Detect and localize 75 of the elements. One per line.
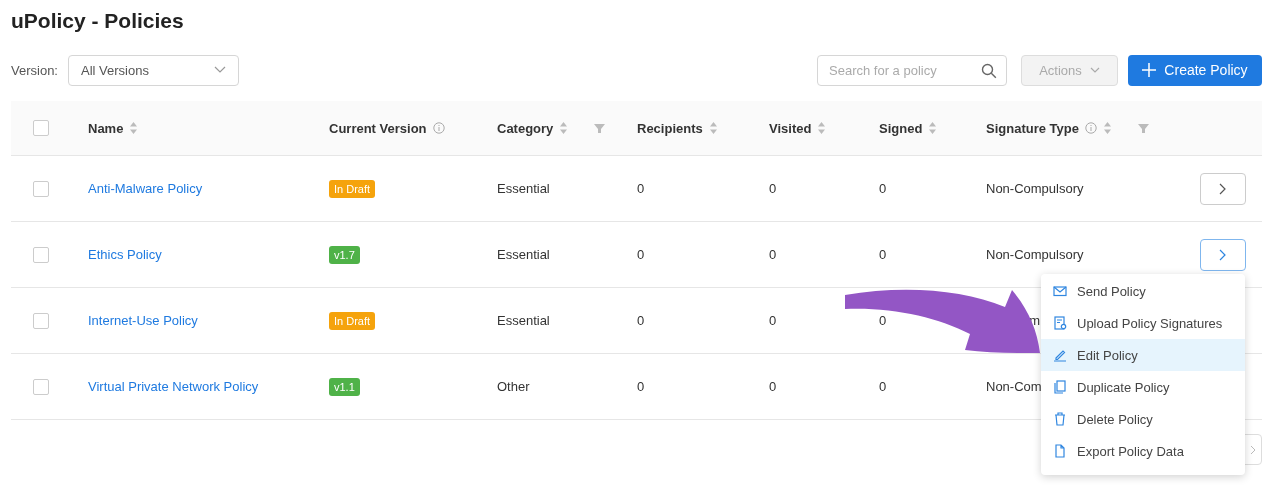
document-icon xyxy=(1053,316,1067,330)
column-header: Signed xyxy=(879,120,923,136)
row-checkbox[interactable] xyxy=(33,312,49,329)
table-cell: Essential xyxy=(497,181,550,196)
row-actions-button[interactable] xyxy=(1200,172,1246,205)
file-icon xyxy=(1053,444,1067,458)
row-checkbox[interactable] xyxy=(33,180,49,197)
trash-icon xyxy=(1053,412,1067,426)
table-cell: 0 xyxy=(637,181,645,196)
table-cell: 0 xyxy=(637,247,645,262)
select-all-checkbox[interactable] xyxy=(33,120,49,136)
table-cell: 0 xyxy=(879,313,887,328)
table-cell: Essential xyxy=(497,247,550,262)
table-cell: Non-Com xyxy=(986,379,1042,394)
policy-link[interactable]: Virtual Private Network Policy xyxy=(88,379,259,394)
menu-item[interactable]: Edit Policy xyxy=(1041,339,1245,371)
column-header: Recipients xyxy=(637,120,703,136)
plus-icon xyxy=(1142,63,1157,77)
chevron-right-icon xyxy=(1219,182,1227,195)
sort-icon[interactable] xyxy=(129,121,139,135)
policy-link[interactable]: Anti-Malware Policy xyxy=(88,181,203,196)
column-header: Current Version xyxy=(329,120,427,136)
table-cell: 0 xyxy=(769,379,777,394)
chevron-down-icon xyxy=(214,66,226,74)
create-policy-button[interactable]: Create Policy xyxy=(1128,54,1262,86)
page-title: uPolicy - Policies xyxy=(11,8,185,34)
table-cell: 0 xyxy=(769,181,777,196)
policy-link[interactable]: Internet-Use Policy xyxy=(88,313,198,328)
chevron-down-icon xyxy=(1089,67,1100,73)
column-header: Visited xyxy=(769,120,812,136)
row-actions-button[interactable] xyxy=(1200,238,1246,271)
table-cell: 0 xyxy=(637,313,645,328)
table-cell: Non-Compulsory xyxy=(986,247,1084,262)
sort-icon[interactable] xyxy=(559,121,569,135)
row-checkbox[interactable] xyxy=(33,246,49,263)
filter-icon[interactable] xyxy=(1137,122,1149,134)
version-badge: In Draft xyxy=(329,311,376,330)
version-dropdown[interactable]: All Versions xyxy=(68,54,239,86)
table-cell: 0 xyxy=(879,181,887,196)
info-icon xyxy=(1084,122,1097,134)
column-header: Name xyxy=(88,120,124,136)
version-badge: v1.1 xyxy=(329,377,360,396)
envelope-icon xyxy=(1053,284,1067,298)
chevron-right-icon xyxy=(1219,248,1227,261)
menu-item[interactable]: Export Policy Data xyxy=(1041,435,1245,467)
policy-link[interactable]: Ethics Policy xyxy=(88,247,162,262)
table-cell: 0 xyxy=(769,247,777,262)
version-badge: v1.7 xyxy=(329,245,360,264)
chevron-right-icon xyxy=(1250,444,1256,455)
sort-icon[interactable] xyxy=(817,121,827,135)
row-checkbox[interactable] xyxy=(33,378,49,395)
table-cell: 0 xyxy=(769,313,777,328)
table-cell: 0 xyxy=(637,379,645,394)
table-cell: 0 xyxy=(879,247,887,262)
menu-item[interactable]: Upload Policy Signatures xyxy=(1041,307,1245,339)
menu-item[interactable]: Send Policy xyxy=(1041,275,1245,307)
copy-icon xyxy=(1053,380,1067,394)
sort-icon[interactable] xyxy=(928,121,938,135)
column-header: Category xyxy=(497,120,554,136)
pencil-icon xyxy=(1053,348,1067,362)
menu-item[interactable]: Delete Policy xyxy=(1041,403,1245,435)
version-badge: In Draft xyxy=(329,179,376,198)
table-cell: 0 xyxy=(879,379,887,394)
info-icon xyxy=(432,122,445,134)
filter-icon[interactable] xyxy=(594,122,606,134)
table-cell: Essential xyxy=(497,313,550,328)
search-icon xyxy=(981,62,997,79)
sort-icon[interactable] xyxy=(708,121,718,135)
search-field[interactable]: Search for a policy xyxy=(817,54,1007,86)
column-header: Signature Type xyxy=(986,120,1079,136)
version-label: Version: xyxy=(11,62,58,78)
sort-icon[interactable] xyxy=(1102,121,1112,135)
table-cell: Other xyxy=(497,379,530,394)
table-cell: Non-Compulsory xyxy=(986,181,1084,196)
menu-item[interactable]: Duplicate Policy xyxy=(1041,371,1245,403)
